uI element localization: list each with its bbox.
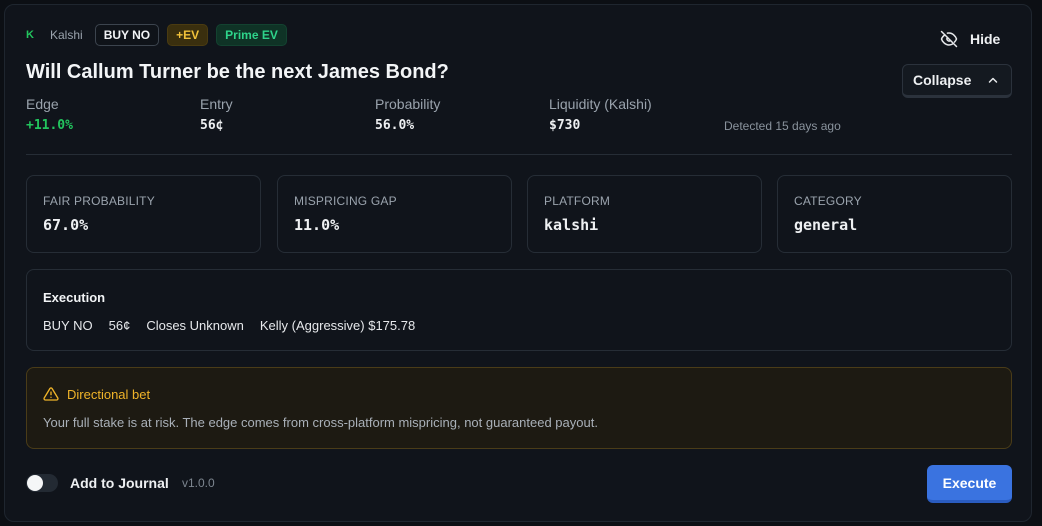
platform-name: Kalshi <box>50 28 83 42</box>
directional-bet-warning: Directional bet Your full stake is at ri… <box>26 367 1012 449</box>
stat-value: 67.0% <box>43 216 89 234</box>
side-badge: BUY NO <box>94 24 160 46</box>
eye-off-icon <box>940 30 958 48</box>
execution-price: 56¢ <box>108 318 131 333</box>
execution-kelly: Kelly (Aggressive) $175.78 <box>259 318 416 333</box>
collapse-label: Collapse <box>913 72 972 88</box>
prime-ev-badge: Prime EV <box>216 24 287 46</box>
warning-text: Your full stake is at risk. The edge com… <box>43 415 598 430</box>
metric-value: 56¢ <box>200 118 224 133</box>
execute-button[interactable]: Execute <box>927 465 1012 503</box>
detected-timestamp: Detected 15 days ago <box>724 119 841 133</box>
stat-mispricing-gap: MISPRICING GAP 11.0% <box>277 175 512 253</box>
stat-label: FAIR PROBABILITY <box>43 194 155 208</box>
execution-closes: Closes Unknown <box>146 318 244 333</box>
metric-value: +11.0% <box>26 118 73 133</box>
kalshi-logo: K <box>26 29 34 41</box>
ev-badge: +EV <box>167 24 209 46</box>
version-label: v1.0.0 <box>182 476 215 490</box>
metric-label: Edge <box>26 96 59 112</box>
journal-toggle[interactable] <box>26 474 58 492</box>
metric-liquidity: Liquidity (Kalshi) $730 <box>549 96 652 133</box>
tag-row: K Kalshi BUY NO +EV Prime EV <box>26 24 287 46</box>
metric-label: Probability <box>375 96 441 112</box>
warning-triangle-icon <box>43 387 59 401</box>
metric-entry: Entry 56¢ <box>200 96 233 133</box>
metric-value: $730 <box>549 118 581 133</box>
market-title: Will Callum Turner be the next James Bon… <box>26 61 449 83</box>
stat-value: 11.0% <box>294 216 340 234</box>
stat-value: kalshi <box>544 216 599 234</box>
stat-fair-probability: FAIR PROBABILITY 67.0% <box>26 175 261 253</box>
metric-label: Entry <box>200 96 233 112</box>
warning-header: Directional bet <box>43 386 150 402</box>
metric-edge: Edge +11.0% <box>26 96 73 133</box>
hide-label: Hide <box>970 31 1001 47</box>
journal-label: Add to Journal <box>70 475 169 491</box>
metric-probability: Probability 56.0% <box>375 96 440 133</box>
execution-title: Execution <box>43 290 106 305</box>
metric-value: 56.0% <box>375 118 415 133</box>
chevron-up-icon <box>989 77 998 83</box>
toggle-knob <box>27 475 43 491</box>
stat-value: general <box>794 216 858 234</box>
execution-panel: Execution BUY NO 56¢ Closes Unknown Kell… <box>26 269 1012 351</box>
collapse-button[interactable]: Collapse <box>902 64 1012 98</box>
stat-platform: PLATFORM kalshi <box>527 175 762 253</box>
stat-label: MISPRICING GAP <box>294 194 397 208</box>
stat-label: CATEGORY <box>794 194 862 208</box>
execution-details: BUY NO 56¢ Closes Unknown Kelly (Aggress… <box>43 318 431 333</box>
stat-label: PLATFORM <box>544 194 611 208</box>
metric-label: Liquidity (Kalshi) <box>549 96 652 112</box>
stat-category: CATEGORY general <box>777 175 1012 253</box>
execution-side: BUY NO <box>43 318 93 333</box>
divider <box>26 154 1012 155</box>
warning-title: Directional bet <box>67 386 151 402</box>
hide-button[interactable]: Hide <box>940 30 1000 48</box>
